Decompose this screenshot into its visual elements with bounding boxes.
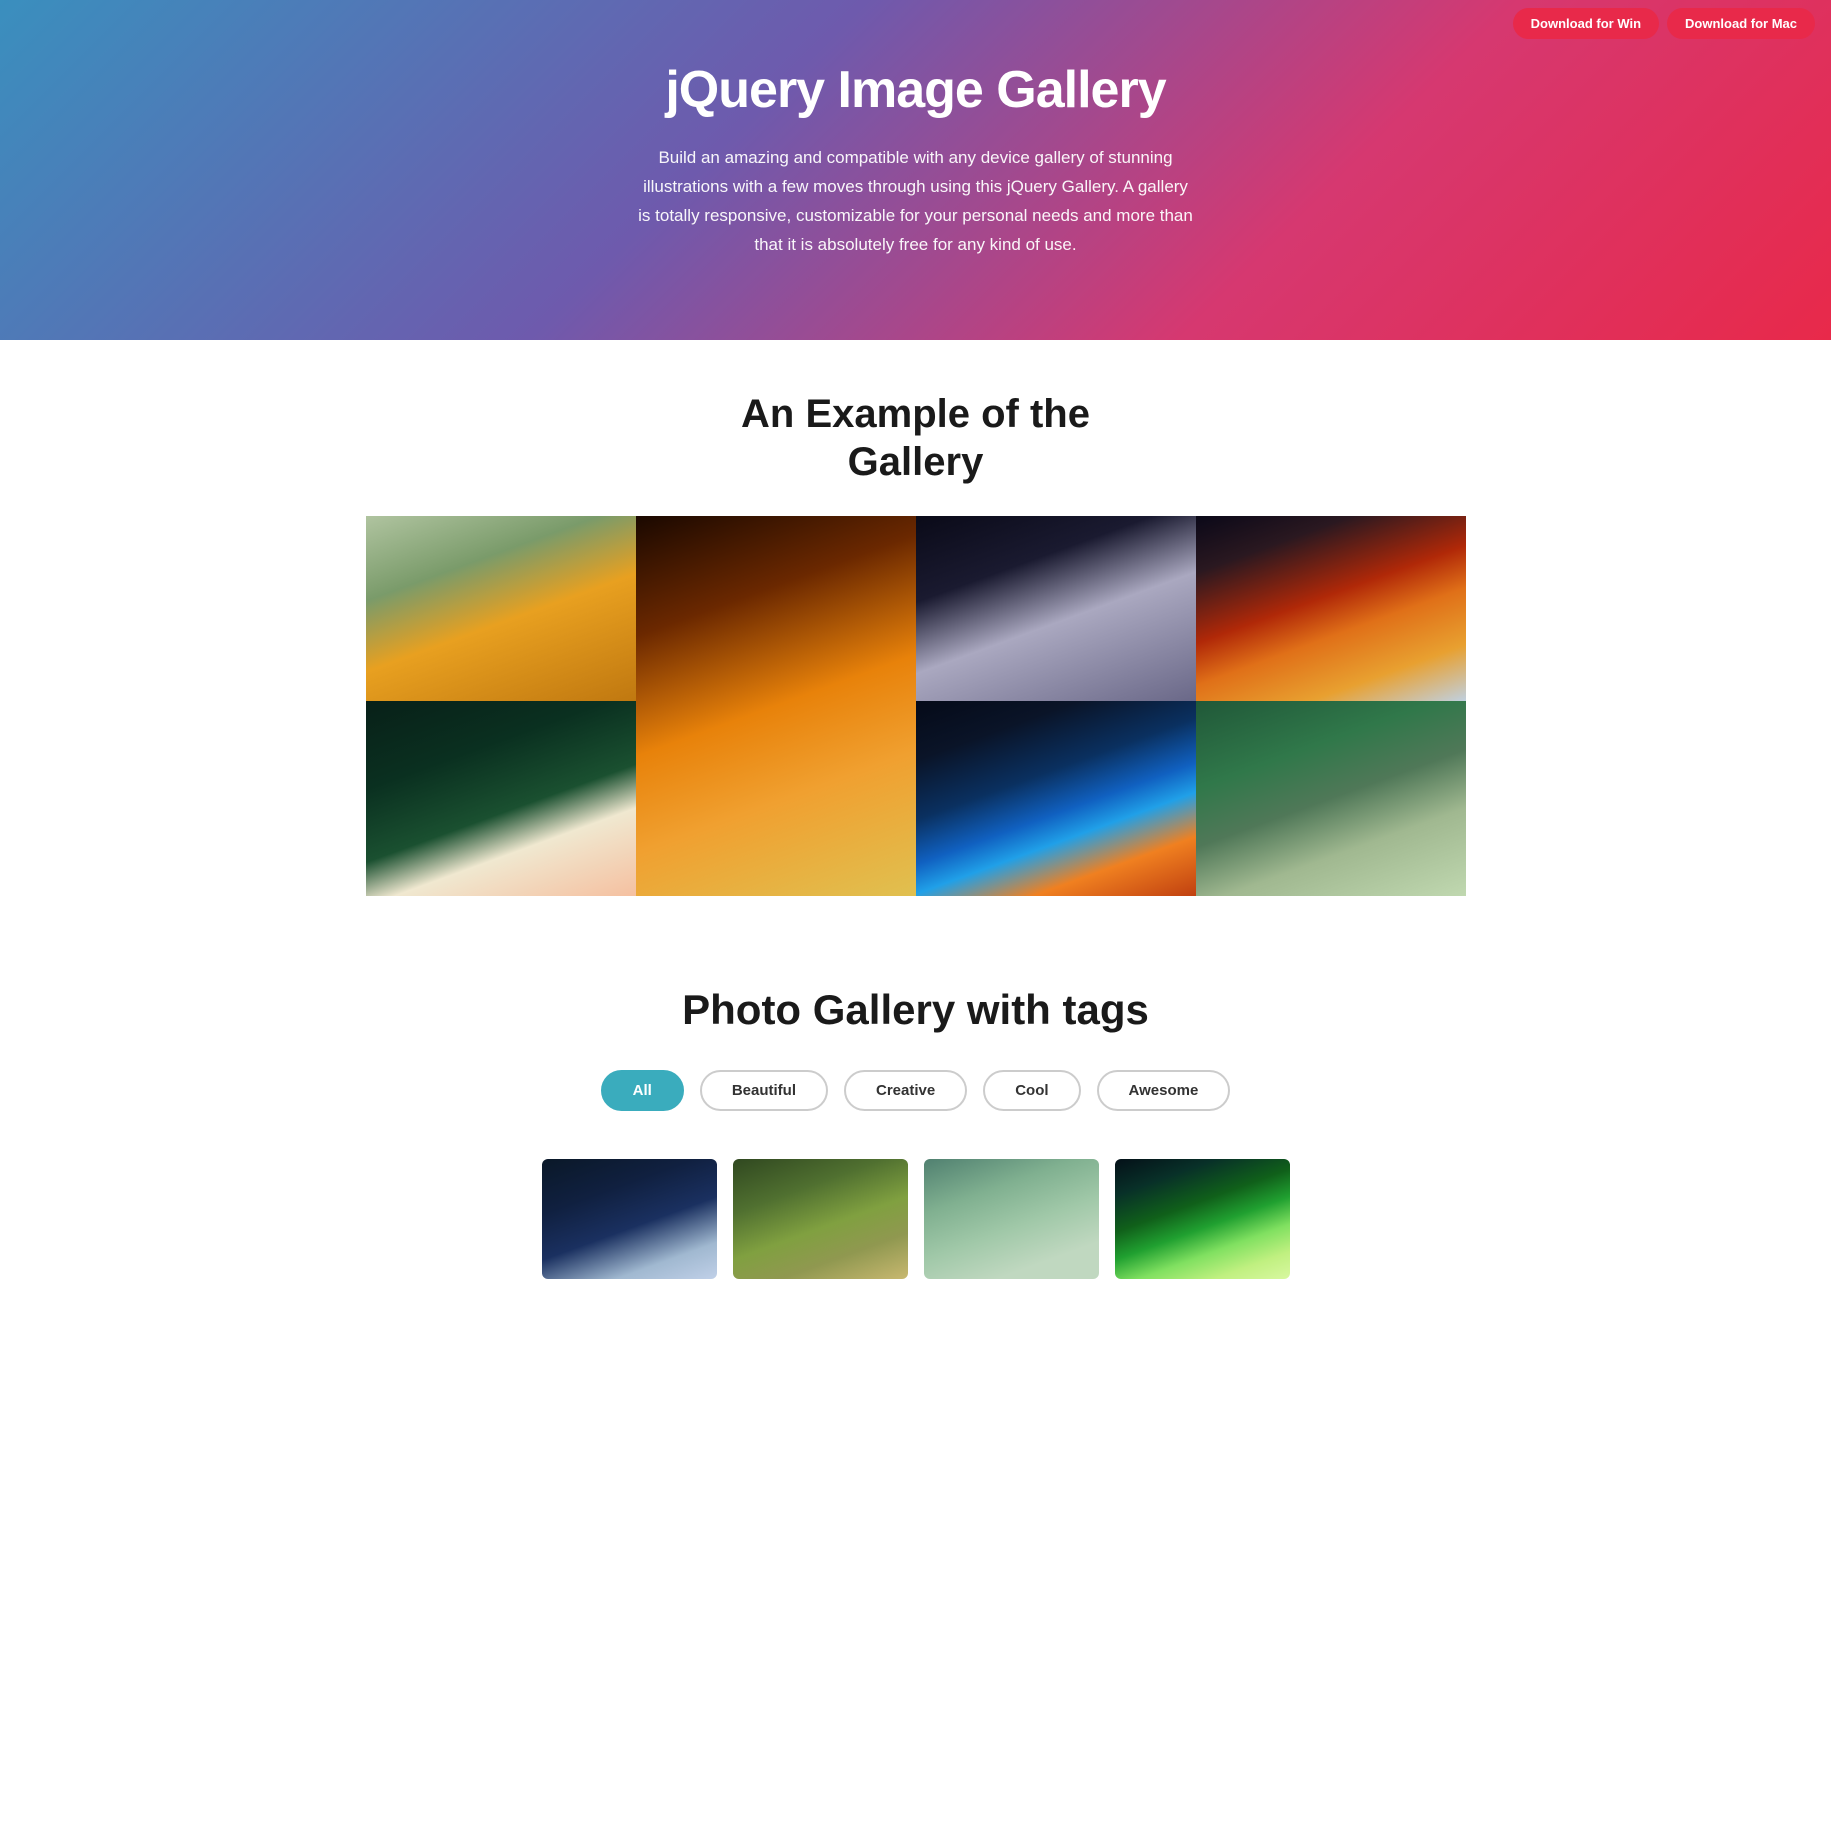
tag-awesome-button[interactable]: Awesome (1097, 1070, 1231, 1111)
tags-filter-row: All Beautiful Creative Cool Awesome (0, 1070, 1831, 1111)
mosaic-image-mountain2 (1196, 701, 1466, 896)
tagged-photo-aurora (1115, 1159, 1290, 1279)
tagged-photo-puffin (733, 1159, 908, 1279)
tag-cool-button[interactable]: Cool (983, 1070, 1080, 1111)
hero-title: jQuery Image Gallery (20, 60, 1811, 120)
tag-creative-button[interactable]: Creative (844, 1070, 967, 1111)
mosaic-image-clouds (916, 516, 1196, 701)
tags-heading: Photo Gallery with tags (0, 986, 1831, 1034)
download-win-button[interactable]: Download for Win (1513, 8, 1659, 39)
top-bar: Download for Win Download for Mac (1497, 0, 1831, 47)
mosaic-image-mountain (636, 516, 916, 896)
example-gallery-section: An Example of the Gallery (0, 340, 1831, 926)
tagged-photo-hiking (924, 1159, 1099, 1279)
tags-section: Photo Gallery with tags All Beautiful Cr… (0, 926, 1831, 1319)
tagged-photo-grid (0, 1159, 1831, 1279)
hero-description: Build an amazing and compatible with any… (636, 144, 1196, 260)
tag-beautiful-button[interactable]: Beautiful (700, 1070, 828, 1111)
gallery-heading: An Example of the Gallery (0, 390, 1831, 486)
mosaic-image-car (366, 516, 636, 701)
hero-section: jQuery Image Gallery Build an amazing an… (0, 0, 1831, 340)
mosaic-image-sunset (1196, 516, 1466, 701)
mosaic-image-rose (366, 701, 636, 896)
tagged-photo-nature1 (542, 1159, 717, 1279)
download-mac-button[interactable]: Download for Mac (1667, 8, 1815, 39)
mosaic-grid (366, 516, 1466, 896)
tag-all-button[interactable]: All (601, 1070, 684, 1111)
mosaic-image-city (916, 701, 1196, 896)
